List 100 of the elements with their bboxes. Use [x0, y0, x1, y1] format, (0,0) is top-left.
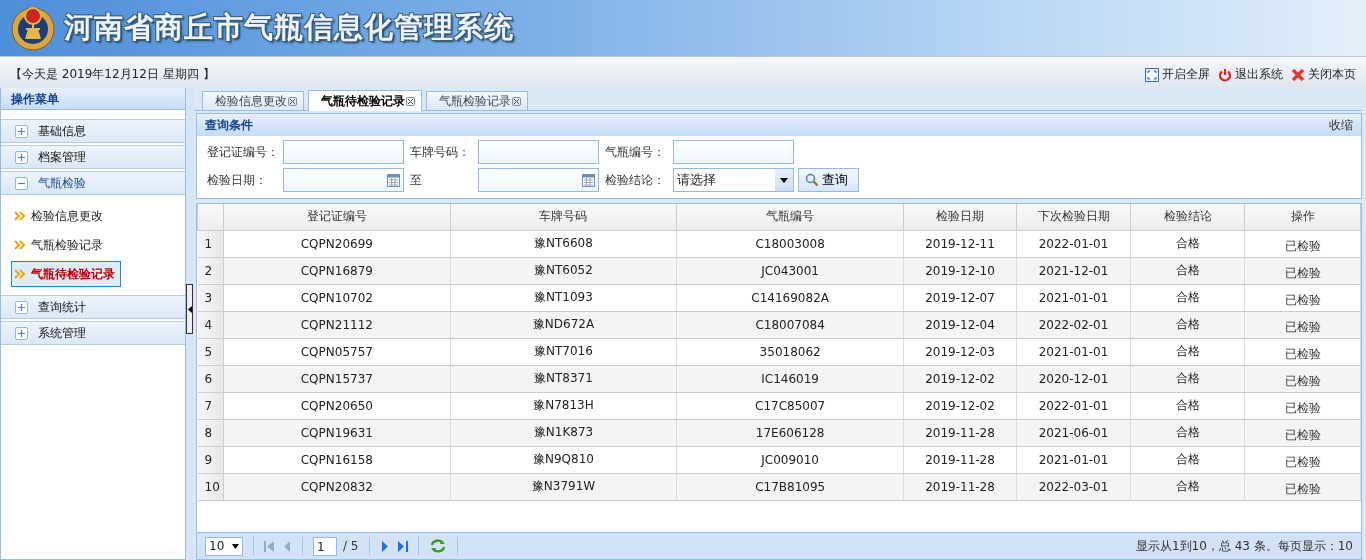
row-number: 7	[197, 392, 224, 419]
menu-group[interactable]: 基础信息	[1, 119, 185, 143]
plus-icon	[17, 328, 26, 338]
page-input[interactable]: 1	[313, 536, 337, 556]
table-cell: 豫N1K873	[450, 419, 677, 446]
table-cell: 2019-12-07	[903, 284, 1017, 311]
status-link[interactable]: 已检验	[1284, 421, 1321, 444]
menu-group[interactable]: 系统管理	[1, 321, 185, 345]
table-cell: JC043001	[676, 257, 904, 284]
table-cell: C17C85007	[676, 392, 904, 419]
table-cell: 2019-12-02	[903, 392, 1017, 419]
tab[interactable]: 气瓶待检验记录	[308, 90, 422, 111]
last-page-icon[interactable]	[397, 540, 408, 552]
table-cell: 豫N9Q810	[450, 446, 677, 473]
input-field[interactable]	[673, 140, 794, 164]
status-link[interactable]: 已检验	[1284, 448, 1321, 471]
field-label: 车牌号码：	[410, 143, 471, 161]
status-link[interactable]: 已检验	[1284, 340, 1321, 363]
menu-item[interactable]: 检验信息更改	[11, 203, 121, 229]
row-number: 4	[197, 311, 224, 338]
dropdown-icon	[232, 543, 239, 549]
tab[interactable]: 气瓶检验记录	[426, 91, 528, 110]
table-cell: 2022-03-01	[1016, 473, 1131, 500]
input-field[interactable]	[283, 140, 404, 164]
field-label: 检验结论：	[605, 171, 666, 189]
status-link[interactable]: 已检验	[1284, 394, 1321, 417]
menu-group[interactable]: 档案管理	[1, 145, 185, 169]
table-cell: 2021-06-01	[1016, 419, 1131, 446]
field-label: 检验日期：	[207, 171, 268, 189]
header-action-link[interactable]: 关闭本页	[1291, 66, 1356, 83]
status-link[interactable]: 已检验	[1284, 232, 1321, 255]
select-field[interactable]: 请选择	[673, 168, 794, 192]
table-cell: 合格	[1130, 230, 1245, 257]
close-icon[interactable]	[288, 96, 297, 106]
refresh-icon[interactable]	[428, 539, 447, 553]
collapse-link[interactable]: 收缩	[1329, 116, 1353, 134]
column-header: 车牌号码	[450, 204, 677, 230]
collapse-handle[interactable]	[186, 284, 193, 334]
date-text: 【今天是 2019年12月12日 星期四 】	[10, 66, 215, 83]
table-cell: 2019-12-10	[903, 257, 1017, 284]
column-header: 下次检验日期	[1016, 204, 1131, 230]
menu-item[interactable]: 气瓶待检验记录	[11, 261, 121, 287]
table-cell: C18003008	[676, 230, 904, 257]
table-cell: 2019-12-02	[903, 365, 1017, 392]
calendar-icon[interactable]	[582, 173, 595, 187]
table-cell: CQPN19631	[223, 419, 451, 446]
next-page-icon[interactable]	[379, 540, 390, 552]
row-number: 9	[197, 446, 224, 473]
table-cell: 35018062	[676, 338, 904, 365]
menu-group[interactable]: 查询统计	[1, 295, 185, 319]
status-link[interactable]: 已检验	[1284, 286, 1321, 309]
date-field[interactable]	[283, 168, 404, 192]
row-number: 3	[197, 284, 224, 311]
app-title: 河南省商丘市气瓶信息化管理系统	[64, 9, 514, 46]
table-cell: CQPN16158	[223, 446, 451, 473]
status-link[interactable]: 已检验	[1284, 313, 1321, 336]
table-cell: CQPN15737	[223, 365, 451, 392]
menu-group[interactable]: 气瓶检验	[1, 171, 185, 195]
table-cell: CQPN21112	[223, 311, 451, 338]
column-header: 操作	[1244, 204, 1361, 230]
field-label: 登记证编号：	[207, 143, 280, 161]
date-field[interactable]	[478, 168, 599, 192]
header-action-link[interactable]: 退出系统	[1218, 66, 1283, 83]
table-cell: CQPN16879	[223, 257, 451, 284]
table-cell: 2021-01-01	[1016, 284, 1131, 311]
row-number: 8	[197, 419, 224, 446]
menu-item[interactable]: 气瓶检验记录	[11, 232, 121, 258]
previous-page-icon[interactable]	[282, 540, 292, 552]
table-cell: JC009010	[676, 446, 904, 473]
table-cell: 合格	[1130, 392, 1245, 419]
table-cell: 合格	[1130, 257, 1245, 284]
pagination-info: 显示从1到10，总 43 条。每页显示：10	[1135, 537, 1353, 555]
input-field[interactable]	[478, 140, 599, 164]
table-cell: 豫NT1093	[450, 284, 677, 311]
close-icon[interactable]	[406, 96, 415, 106]
column-header: 登记证编号	[223, 204, 451, 230]
row-number: 5	[197, 338, 224, 365]
table-cell: 2019-12-04	[903, 311, 1017, 338]
plus-icon	[17, 152, 26, 162]
table-cell: 豫NT7016	[450, 338, 677, 365]
table-cell: 豫N3791W	[450, 473, 677, 500]
status-link[interactable]: 已检验	[1284, 367, 1321, 390]
sidebar-title: 操作菜单	[1, 88, 185, 110]
first-page-icon[interactable]	[264, 540, 274, 552]
tab[interactable]: 检验信息更改	[202, 91, 304, 110]
field-label: 气瓶编号：	[605, 143, 666, 161]
header-action-link[interactable]: 开启全屏	[1145, 66, 1210, 83]
table-cell: 2022-01-01	[1016, 392, 1131, 419]
field-label: 至	[410, 171, 423, 189]
table-cell: 合格	[1130, 446, 1245, 473]
page-size-select[interactable]: 10	[205, 536, 243, 556]
table-cell: 豫NT6052	[450, 257, 677, 284]
status-link[interactable]: 已检验	[1284, 475, 1321, 498]
search-button[interactable]: 查询	[798, 168, 859, 192]
calendar-icon[interactable]	[387, 173, 400, 187]
table-cell: CQPN20832	[223, 473, 451, 500]
row-number: 6	[197, 365, 224, 392]
table-cell: 2021-01-01	[1016, 446, 1131, 473]
status-link[interactable]: 已检验	[1284, 259, 1321, 282]
close-icon[interactable]	[512, 96, 521, 106]
